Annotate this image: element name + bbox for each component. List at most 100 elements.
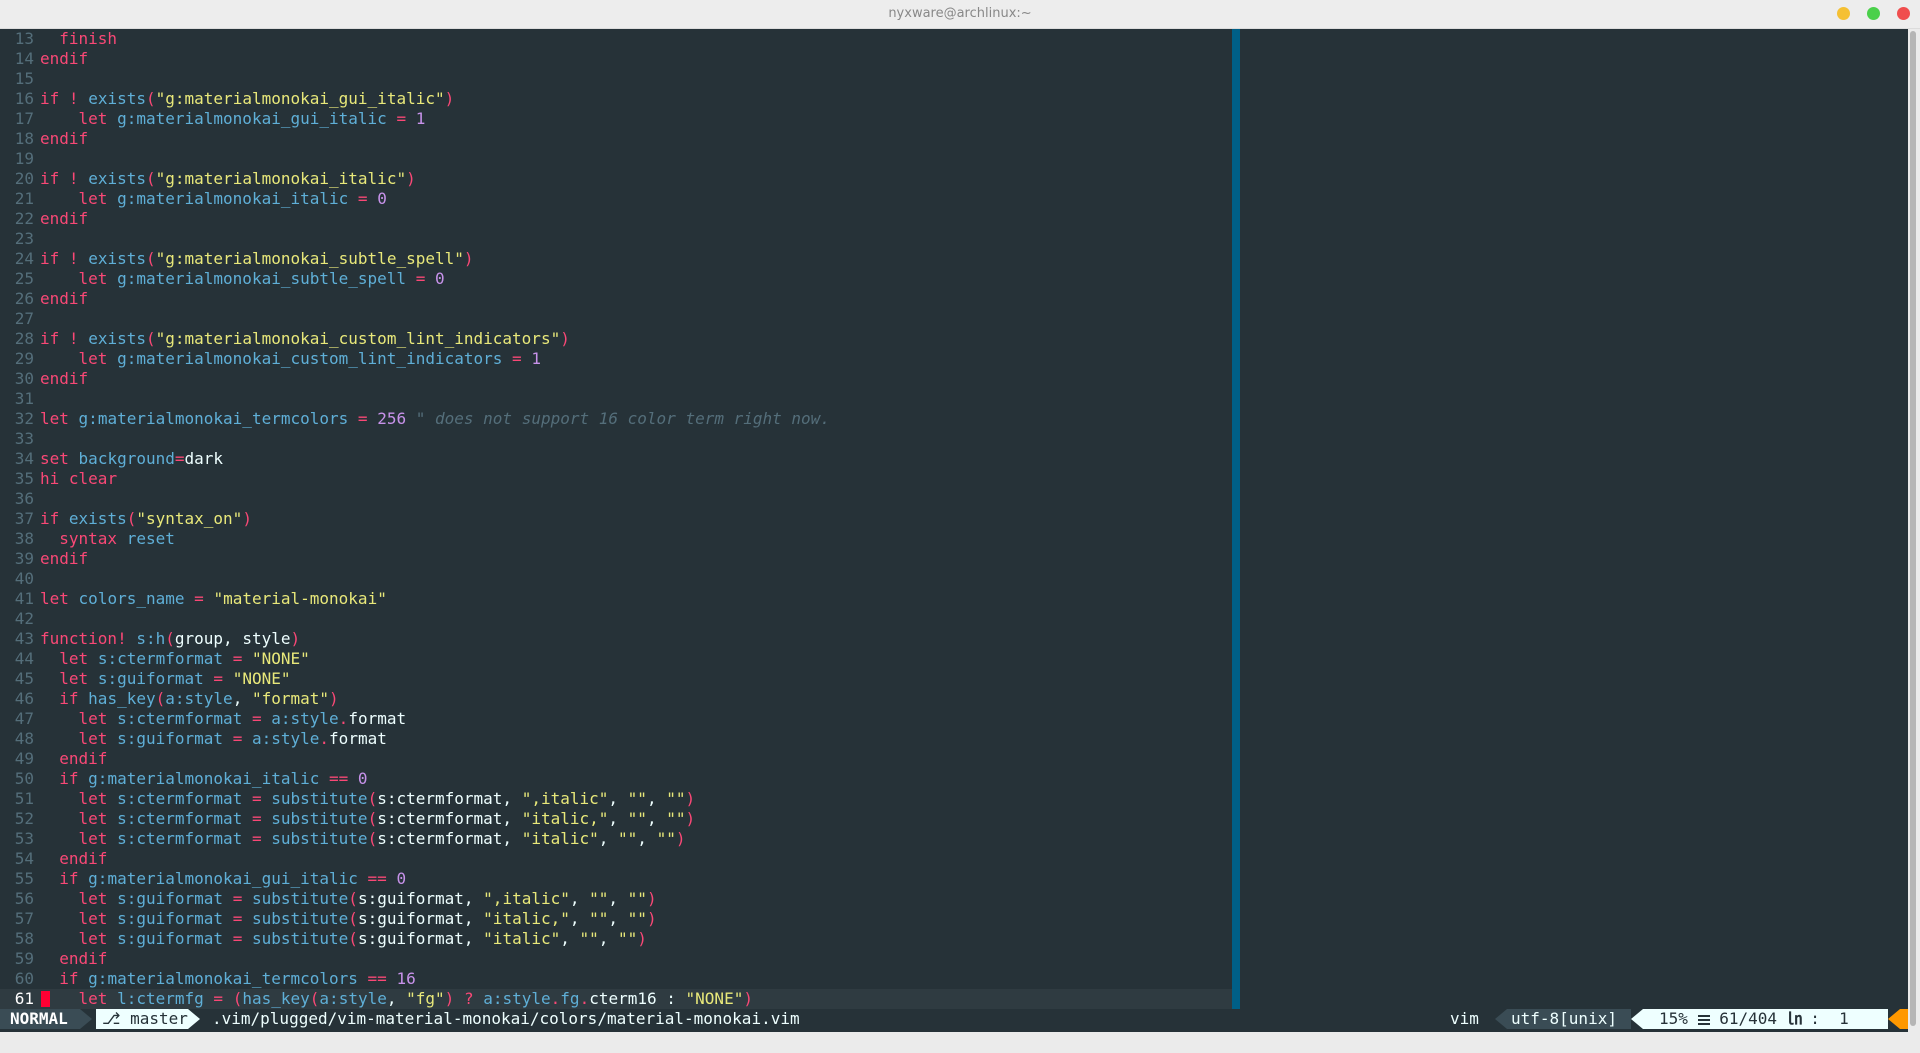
close-button[interactable] [1897,7,1910,20]
code-line[interactable]: 22 endif [0,209,1232,229]
code-line[interactable]: 51 let s:ctermformat = substitute(s:cter… [0,789,1232,809]
code-token: , [608,909,628,928]
code-token: "" [618,929,638,948]
code-token: , [608,889,628,908]
code-line[interactable]: 56 let s:guiformat = substitute(s:guifor… [0,889,1232,909]
code-line[interactable]: 27 [0,309,1232,329]
code-line[interactable]: 28 if ! exists("g:materialmonokai_custom_… [0,329,1232,349]
code-token: group, style [174,629,291,648]
line-text: let s:guiformat = substitute(s:guiformat… [40,889,657,908]
code-line[interactable]: 14 endif [0,49,1232,69]
code-line[interactable]: 29 let g:materialmonokai_custom_lint_ind… [0,349,1232,369]
code-line[interactable]: 60 if g:materialmonokai_termcolors == 16 [0,969,1232,989]
line-text: set background=dark [40,449,223,468]
line-text: let s:guiformat = "NONE" [40,669,290,688]
code-line[interactable]: 50 if g:materialmonokai_italic == 0 [0,769,1232,789]
code-token: = [251,789,262,808]
code-line[interactable]: 49 endif [0,749,1232,769]
line-number: 20 [14,169,34,188]
code-token: substitute [251,909,349,928]
code-line[interactable]: 31 [0,389,1232,409]
code-token: ) [646,889,657,908]
code-token: s:ctermformat, [377,829,522,848]
code-line[interactable]: 23 [0,229,1232,249]
powerline-separator [80,1009,92,1029]
code-token: g:materialmonokai_subtle_spell [117,269,407,288]
code-buffer[interactable]: 13 finish 14 endif 15 16 if ! exists("g:mater… [0,29,1232,1009]
code-line[interactable]: 57 let s:guiformat = substitute(s:guifor… [0,909,1232,929]
code-line[interactable]: 37 if exists("syntax_on") [0,509,1232,529]
code-line[interactable]: 61 let l:ctermfg = (has_key(a:style, "fg… [0,989,1232,1009]
code-token: "" [627,909,647,928]
code-line[interactable]: 26 endif [0,289,1232,309]
code-token: s:ctermformat [117,789,243,808]
code-line[interactable]: 25 let g:materialmonokai_subtle_spell = … [0,269,1232,289]
code-line[interactable]: 54 endif [0,849,1232,869]
code-token: s:guiformat [117,729,224,748]
code-token: s:guiformat [117,889,224,908]
code-token: ) [463,249,474,268]
code-line[interactable]: 41 let colors_name = "material-monokai" [0,589,1232,609]
code-line[interactable]: 38 syntax reset [0,529,1232,549]
code-token: syntax [59,529,118,548]
code-token: a:style [165,689,233,708]
code-line[interactable]: 44 let s:ctermformat = "NONE" [0,649,1232,669]
file-type: vim [1450,1009,1479,1028]
scrollbar-thumb[interactable] [1910,31,1916,1026]
code-token: let [78,889,108,908]
code-line[interactable]: 53 let s:ctermformat = substitute(s:cter… [0,829,1232,849]
code-line[interactable]: 39 endif [0,549,1232,569]
code-line[interactable]: 35 hi clear [0,469,1232,489]
code-line[interactable]: 59 endif [0,949,1232,969]
code-line[interactable]: 20 if ! exists("g:materialmonokai_italic"… [0,169,1232,189]
code-line[interactable]: 33 [0,429,1232,449]
code-line[interactable]: 16 if ! exists("g:materialmonokai_gui_ita… [0,89,1232,109]
code-line[interactable]: 30 endif [0,369,1232,389]
window-titlebar[interactable]: nyxware@archlinux:~ [0,0,1920,29]
code-line[interactable]: 52 let s:ctermformat = substitute(s:cter… [0,809,1232,829]
code-token: = [232,909,243,928]
code-line[interactable]: 45 let s:guiformat = "NONE" [0,669,1232,689]
code-line[interactable]: 48 let s:guiformat = a:style.format [0,729,1232,749]
code-line[interactable]: 13 finish [0,29,1232,49]
code-line[interactable]: 15 [0,69,1232,89]
code-line[interactable]: 32 let g:materialmonokai_termcolors = 256… [0,409,1232,429]
code-line[interactable]: 40 [0,569,1232,589]
code-line[interactable]: 43 function! s:h(group, style) [0,629,1232,649]
code-token: ) [685,789,696,808]
line-text: let s:ctermformat = substitute(s:ctermfo… [40,829,686,848]
code-token: "italic," [521,809,609,828]
code-line[interactable]: 19 [0,149,1232,169]
minimize-button[interactable] [1837,7,1850,20]
line-text: endif [40,129,88,148]
code-token: let [78,989,108,1008]
code-token: finish [59,29,118,48]
code-line[interactable]: 24 if ! exists("g:materialmonokai_subtle_… [0,249,1232,269]
code-line[interactable]: 36 [0,489,1232,509]
code-line[interactable]: 21 let g:materialmonokai_italic = 0 [0,189,1232,209]
code-line[interactable]: 47 let s:ctermformat = a:style.format [0,709,1232,729]
code-line[interactable]: 55 if g:materialmonokai_gui_italic == 0 [0,869,1232,889]
terminal-viewport[interactable]: 13 finish 14 endif 15 16 if ! exists("g:mater… [0,29,1908,1032]
line-text: let s:guiformat = substitute(s:guiformat… [40,909,657,928]
code-line[interactable]: 17 let g:materialmonokai_gui_italic = 1 [0,109,1232,129]
code-line[interactable]: 58 let s:guiformat = substitute(s:guifor… [0,929,1232,949]
code-line[interactable]: 42 [0,609,1232,629]
code-line[interactable]: 18 endif [0,129,1232,149]
lines-icon [1697,1014,1710,1025]
code-line[interactable]: 46 if has_key(a:style, "format") [0,689,1232,709]
code-line[interactable]: 34 set background=dark [0,449,1232,469]
maximize-button[interactable] [1867,7,1880,20]
code-token: ) [406,169,416,188]
